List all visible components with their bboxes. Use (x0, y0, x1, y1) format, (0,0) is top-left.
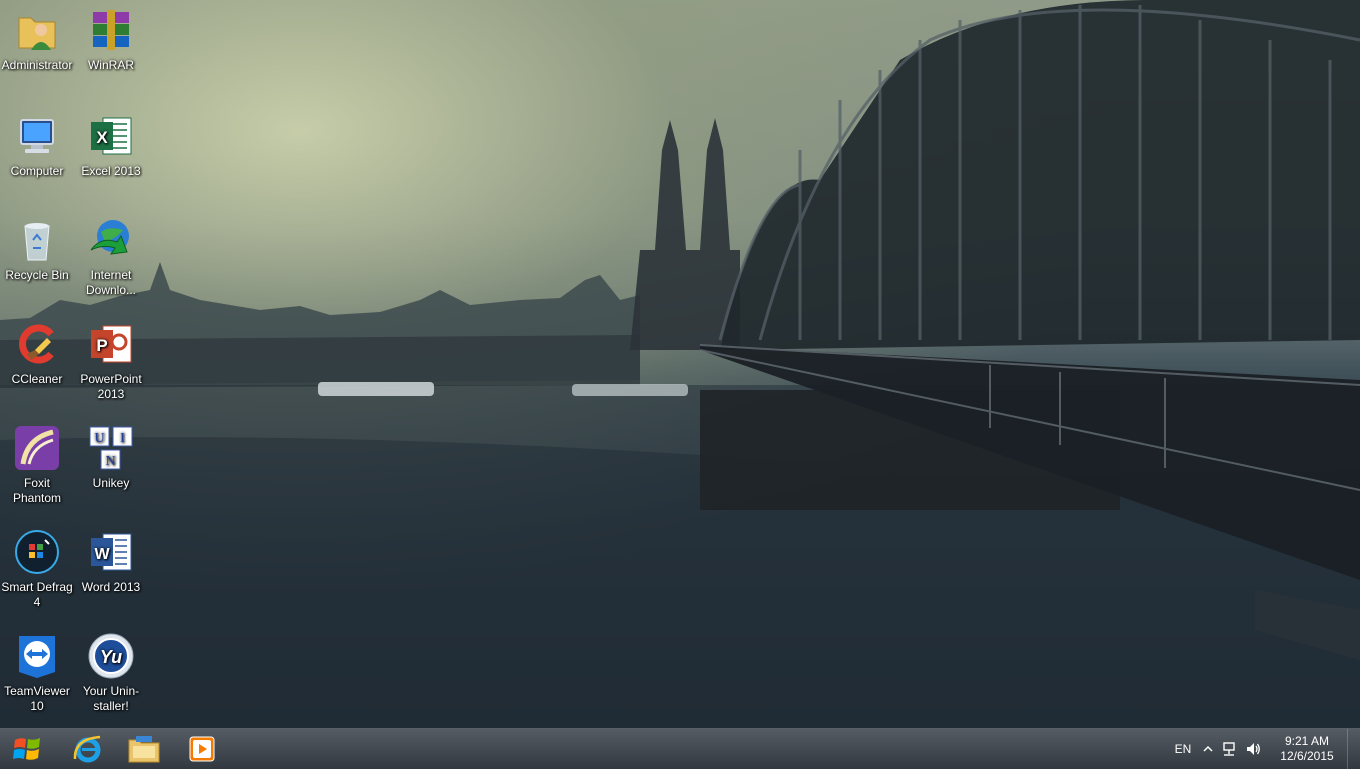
taskbar: EN 9:21 AM 12/6/2015 (0, 728, 1360, 769)
network-button[interactable] (1218, 729, 1240, 769)
desktop-icon-unikey[interactable]: UIN Unikey (74, 424, 148, 491)
internet-explorer-icon (73, 735, 101, 763)
desktop-icon-teamviewer[interactable]: TeamViewer 10 (0, 632, 74, 714)
word-icon: W (87, 528, 135, 576)
file-explorer-button[interactable] (118, 729, 170, 769)
volume-button[interactable] (1242, 729, 1264, 769)
recycle-bin-icon (13, 216, 61, 264)
internet-download-manager-icon (87, 216, 135, 264)
start-button[interactable] (2, 729, 52, 769)
foxit-phantom-icon (13, 424, 61, 472)
your-uninstaller-icon: Yu (87, 632, 135, 680)
clock-time: 9:21 AM (1284, 734, 1330, 748)
chevron-up-icon (1203, 745, 1213, 752)
svg-text:X: X (96, 128, 108, 147)
smart-defrag-icon (13, 528, 61, 576)
ccleaner-icon (13, 320, 61, 368)
svg-text:Yu: Yu (100, 647, 122, 667)
svg-text:W: W (94, 546, 110, 563)
start-orb-icon (13, 738, 40, 760)
unikey-icon: U IN (87, 424, 135, 472)
svg-text:N: N (105, 454, 115, 469)
wallpaper (0, 0, 1360, 728)
svg-text:P: P (96, 336, 107, 355)
desktop-icon-excel[interactable]: X Excel 2013 (74, 112, 148, 179)
computer-icon (13, 112, 61, 160)
desktop-icon-smart-defrag[interactable]: Smart Defrag 4 (0, 528, 74, 610)
desktop-icon-computer[interactable]: Computer (0, 112, 74, 179)
powerpoint-icon: P (87, 320, 135, 368)
desktop-icon-foxit-phantom[interactable]: Foxit Phantom (0, 424, 74, 506)
excel-icon: X (87, 112, 135, 160)
desktop-icon-word[interactable]: W Word 2013 (74, 528, 148, 595)
desktop-icon-recycle-bin[interactable]: Recycle Bin (0, 216, 74, 283)
svg-text:I: I (120, 431, 125, 446)
desktop-icon-winrar[interactable]: WinRAR (74, 6, 148, 73)
desktop[interactable]: Administrator Computer Recycle Bin CClea… (0, 0, 1360, 728)
internet-explorer-button[interactable] (62, 729, 114, 769)
media-player-icon (189, 736, 215, 762)
user-folder-icon (13, 6, 61, 54)
clock[interactable]: 9:21 AM 12/6/2015 (1276, 734, 1338, 764)
svg-text:U: U (94, 431, 104, 446)
desktop-icon-administrator[interactable]: Administrator (0, 6, 74, 73)
winrar-icon (87, 6, 135, 54)
teamviewer-icon (13, 632, 61, 680)
desktop-icon-ccleaner[interactable]: CCleaner (0, 320, 74, 387)
clock-date: 12/6/2015 (1280, 749, 1334, 763)
speaker-icon (1247, 743, 1260, 755)
system-tray: EN 9:21 AM 12/6/2015 (1160, 729, 1360, 769)
desktop-icon-powerpoint[interactable]: P PowerPoint 2013 (74, 320, 148, 402)
desktop-icon-internet-download-manager[interactable]: Internet Downlo... (74, 216, 148, 298)
show-desktop-button[interactable] (1347, 729, 1360, 769)
show-hidden-icons-button[interactable] (1200, 729, 1216, 769)
network-icon (1223, 742, 1235, 756)
file-explorer-icon (128, 736, 160, 763)
media-player-button[interactable] (176, 729, 228, 769)
desktop-icon-your-uninstaller[interactable]: Yu Your Unin-staller! (74, 632, 148, 714)
language-indicator[interactable]: EN (1170, 729, 1196, 769)
